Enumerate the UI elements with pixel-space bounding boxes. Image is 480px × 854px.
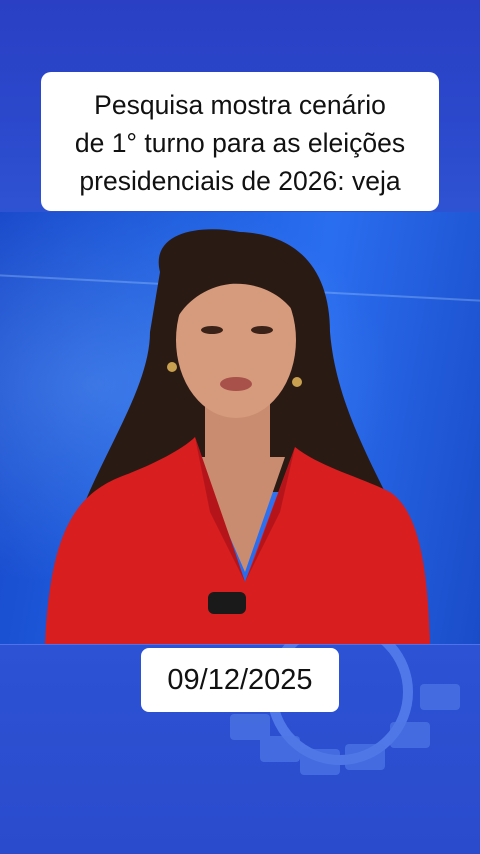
news-video-frame xyxy=(0,212,480,644)
date-label: 09/12/2025 xyxy=(141,648,339,712)
headline-line-1: Pesquisa mostra cenário xyxy=(94,90,386,120)
headline-caption: Pesquisa mostra cenário de 1° turno para… xyxy=(41,72,439,211)
headline-line-3: presidenciais de 2026: veja xyxy=(79,166,401,196)
lapel-microphone xyxy=(208,592,246,614)
news-anchor-figure xyxy=(45,229,430,644)
headline-line-2: de 1° turno para as eleições xyxy=(74,128,406,158)
